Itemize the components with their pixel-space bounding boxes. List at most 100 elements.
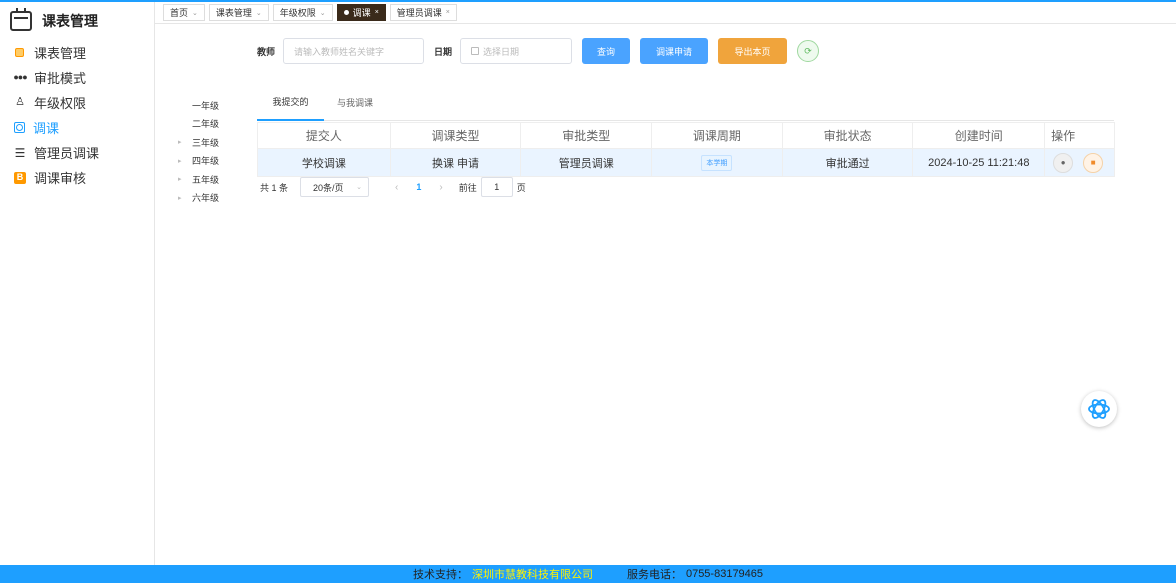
cell-type: 换课 申请 <box>391 149 522 176</box>
column-header: 提交人 <box>258 123 391 148</box>
caret-right-icon[interactable]: ▸ <box>178 194 192 202</box>
sidebar-brand: 课表管理 <box>0 2 154 40</box>
active-dot-icon <box>343 10 349 15</box>
grade-item[interactable]: 一年级 <box>178 96 238 115</box>
tab-label: 年级权限 <box>279 8 316 18</box>
caret-right-icon[interactable]: ▸ <box>178 157 192 165</box>
cell-submitter: 学校调课 <box>258 149 391 176</box>
page-tabs: 首页 ⌄ 课表管理 ⌄ 年级权限 ⌄ 调课 × 管理员调课 × <box>155 2 1176 24</box>
tab-label: 课表管理 <box>215 8 252 18</box>
sidebar: 课表管理 课表管理 ●●● 审批模式 ♙ 年级权限 调课 ☰ 管理员调课 B 调… <box>0 2 155 565</box>
tab-label: 管理员调课 <box>396 8 442 18</box>
total-count: 共 1 条 <box>260 182 289 193</box>
prev-page-icon[interactable]: ‹ <box>395 182 398 193</box>
grade-tree: 一年级 二年级 ▸ 三年级 ▸ 四年级 ▸ 五年级 ▸ 六年级 <box>178 96 238 207</box>
company-link[interactable]: 深圳市慧教科技有限公司 <box>472 566 593 582</box>
chevron-down-icon: ⌄ <box>192 9 198 17</box>
date-picker-input[interactable]: 选择日期 <box>460 38 573 64</box>
phone-number: 0755-83179465 <box>685 568 764 580</box>
grade-label: 二年级 <box>192 119 220 130</box>
delete-icon[interactable]: ■ <box>1083 152 1104 173</box>
grade-item[interactable]: 二年级 <box>178 115 238 134</box>
calendar-icon <box>10 8 32 31</box>
search-bar: 教师 请输入教师姓名关键字 日期 选择日期 查询 调课申请 导出本页 ⟳ <box>257 38 829 64</box>
caret-right-icon[interactable]: ▸ <box>178 138 192 146</box>
chevron-down-icon: ⌄ <box>356 184 363 191</box>
tab-related-to-me[interactable]: 与我调课 <box>337 84 373 121</box>
grid-dots-icon: ●●● <box>13 72 27 82</box>
footer: 技术支持： 深圳市慧教科技有限公司 服务电话： 0755-83179465 <box>0 565 1176 583</box>
sidebar-item-admin-adjust[interactable]: ☰ 管理员调课 <box>0 140 154 165</box>
date-placeholder: 选择日期 <box>483 46 520 57</box>
close-icon[interactable]: × <box>375 9 379 16</box>
caret-right-icon[interactable]: ▸ <box>178 175 192 183</box>
goto-page-input[interactable]: 1 <box>480 177 513 197</box>
cell-approval-type: 管理员调课 <box>521 149 653 176</box>
admin-icon: ☰ <box>14 145 26 160</box>
review-icon: B <box>14 171 26 184</box>
cell-created: 2024-10-25 11:21:48 <box>913 149 1046 176</box>
grade-label: 五年级 <box>192 174 220 185</box>
column-header: 调课周期 <box>652 123 783 148</box>
grade-item[interactable]: ▸ 五年级 <box>178 170 238 189</box>
sidebar-item-label: 审批模式 <box>34 71 87 86</box>
sidebar-item-adjust-review[interactable]: B 调课审核 <box>0 165 154 190</box>
sidebar-item-grade-permission[interactable]: ♙ 年级权限 <box>0 90 154 115</box>
column-header: 操作 <box>1051 129 1076 143</box>
table-row[interactable]: 学校调课 换课 申请 管理员调课 本学期 审批通过 2024-10-25 11:… <box>258 149 1114 176</box>
tab-home[interactable]: 首页 ⌄ <box>163 4 205 21</box>
chevron-down-icon: ⌄ <box>255 9 262 17</box>
adjust-table: 提交人 调课类型 审批类型 调课周期 审批状态 创建时间 操作 学校调课 换课 … <box>257 122 1115 177</box>
cell-period: 本学期 <box>652 149 783 176</box>
close-icon[interactable]: × <box>446 9 450 16</box>
grade-label: 一年级 <box>192 100 220 111</box>
tab-admin-adjust[interactable]: 管理员调课 × <box>389 4 457 21</box>
teacher-search-input[interactable]: 请输入教师姓名关键字 <box>283 38 425 64</box>
column-header: 审批类型 <box>521 123 653 148</box>
phone-label: 服务电话： <box>626 569 682 581</box>
grade-item[interactable]: ▸ 六年级 <box>178 189 238 208</box>
sidebar-item-label: 年级权限 <box>34 96 87 111</box>
tab-schedule[interactable]: 课表管理 ⌄ <box>208 4 269 21</box>
export-page-button[interactable]: 导出本页 <box>718 38 788 64</box>
query-button[interactable]: 查询 <box>582 38 631 64</box>
grade-item[interactable]: ▸ 三年级 <box>178 133 238 152</box>
sidebar-title: 课表管理 <box>42 13 98 29</box>
table-icon <box>15 48 24 57</box>
sidebar-item-label: 调课 <box>33 121 60 136</box>
period-badge: 本学期 <box>701 154 733 171</box>
grade-label: 四年级 <box>192 156 220 167</box>
sidebar-item-adjust-class[interactable]: 调课 <box>0 115 154 140</box>
page-size-value: 20条/页 <box>313 182 344 193</box>
tab-label: 调课 <box>352 8 371 18</box>
page-size-select[interactable]: 20条/页 ⌄ <box>300 177 370 197</box>
current-page[interactable]: 1 <box>416 182 421 192</box>
teacher-placeholder: 请输入教师姓名关键字 <box>294 46 385 57</box>
info-icon[interactable]: ● <box>1053 152 1074 173</box>
adjust-apply-button[interactable]: 调课申请 <box>640 38 709 64</box>
ai-assistant-icon[interactable] <box>1081 391 1117 427</box>
cell-actions: ● ■ <box>1045 149 1114 176</box>
user-icon: ♙ <box>15 96 25 108</box>
cell-status: 审批通过 <box>783 149 914 176</box>
grade-label: 三年级 <box>192 137 220 148</box>
calendar-icon <box>471 47 480 55</box>
tab-label: 首页 <box>170 8 189 18</box>
submission-tabs: 我提交的 与我调课 <box>257 84 1114 121</box>
date-label: 日期 <box>434 46 453 57</box>
sidebar-item-label: 调课审核 <box>34 171 87 186</box>
tab-adjust-class[interactable]: 调课 × <box>336 4 386 21</box>
sidebar-item-label: 管理员调课 <box>34 146 100 161</box>
tab-grade-permission[interactable]: 年级权限 ⌄ <box>272 4 333 21</box>
tab-my-submitted[interactable]: 我提交的 <box>257 84 324 121</box>
column-header: 审批状态 <box>783 123 914 148</box>
sidebar-item-approval-mode[interactable]: ●●● 审批模式 <box>0 65 154 90</box>
goto-label: 前往 <box>458 182 477 193</box>
adjust-icon <box>14 122 25 133</box>
grade-item[interactable]: ▸ 四年级 <box>178 152 238 171</box>
sidebar-item-label: 课表管理 <box>34 46 87 61</box>
column-header: 调课类型 <box>391 123 522 148</box>
next-page-icon[interactable]: › <box>439 182 442 193</box>
sidebar-item-schedule[interactable]: 课表管理 <box>0 40 154 65</box>
refresh-icon[interactable]: ⟳ <box>797 40 820 62</box>
